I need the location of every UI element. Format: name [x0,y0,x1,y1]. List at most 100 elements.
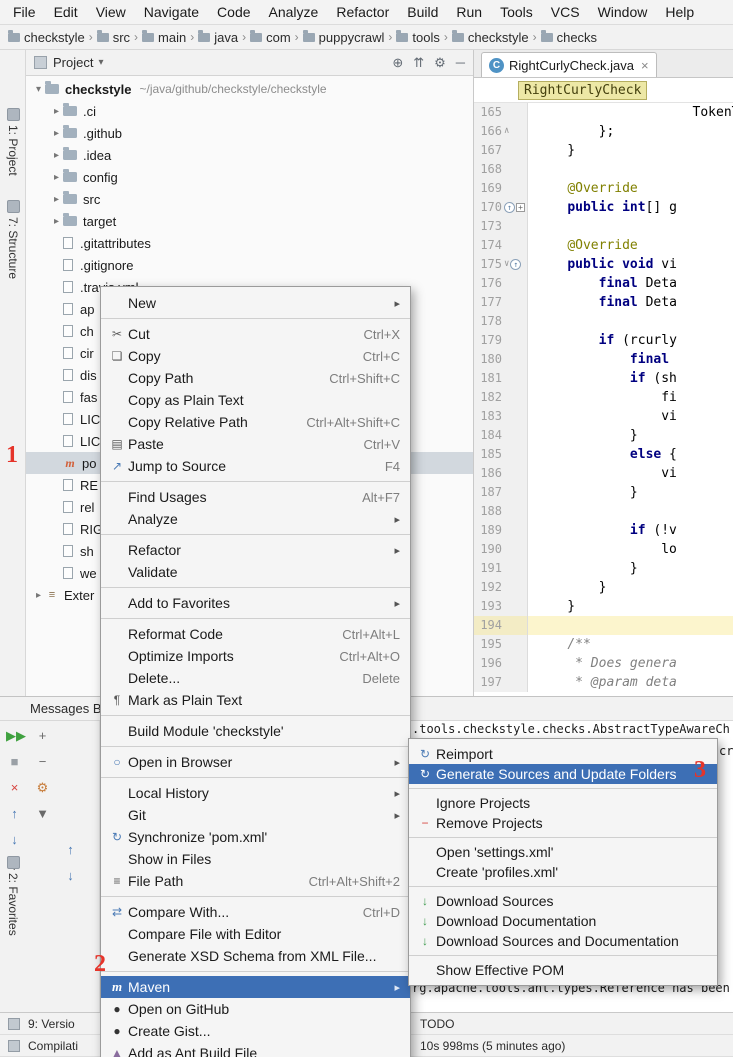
breadcrumb-item-puppycrawl[interactable]: puppycrawl [303,30,385,45]
menu-item-reimport[interactable]: ↻Reimport [409,744,717,764]
breadcrumb-item-src[interactable]: src [97,30,130,45]
menu-item-create-gist[interactable]: ●Create Gist... [101,1020,410,1042]
expand-arrow-icon[interactable]: ▸ [32,590,45,601]
breadcrumb-item-checkstyle[interactable]: checkstyle [8,30,85,45]
version-control-button[interactable]: 9: Versio [28,1017,75,1031]
settings-gear-icon[interactable]: ⚙ [34,779,51,796]
menu-item-copy-as-plain-text[interactable]: Copy as Plain Text [101,389,410,411]
menu-item-compare-file-with-editor[interactable]: Compare File with Editor [101,923,410,945]
stripe-button-project[interactable]: 1: Project [0,108,26,176]
menu-item-file-path[interactable]: ≡File PathCtrl+Alt+Shift+2 [101,870,410,892]
chevron-down-icon[interactable]: ▾ [98,57,103,68]
menubar-item-window[interactable]: Window [589,2,657,22]
menubar-item-navigate[interactable]: Navigate [135,2,208,22]
menu-item-validate[interactable]: Validate [101,561,410,583]
tree-item-ci[interactable]: ▸.ci [26,100,473,122]
next-message-icon[interactable]: ↓ [6,831,23,848]
menu-item-paste[interactable]: ▤PasteCtrl+V [101,433,410,455]
filter-icon[interactable]: ▼ [34,805,51,822]
rerun-icon[interactable]: ▶▶ [6,727,23,744]
menubar-item-refactor[interactable]: Refactor [327,2,398,22]
menu-item-download-sources-and-documentation[interactable]: ↓Download Sources and Documentation [409,931,717,951]
menu-item-open-on-github[interactable]: ●Open on GitHub [101,998,410,1020]
stripe-button-favorites[interactable]: 2: Favorites [1,856,25,936]
menu-item-jump-to-source[interactable]: ↗Jump to SourceF4 [101,455,410,477]
expand-all-icon[interactable]: + [34,727,51,744]
menu-item-remove-projects[interactable]: −Remove Projects [409,813,717,833]
close-tab-icon[interactable]: × [641,58,649,73]
menu-item-optimize-imports[interactable]: Optimize ImportsCtrl+Alt+O [101,645,410,667]
override-method-icon[interactable]: ↑ [504,202,515,213]
menubar-item-vcs[interactable]: VCS [542,2,589,22]
menu-item-analyze[interactable]: Analyze▸ [101,508,410,530]
menubar-item-analyze[interactable]: Analyze [260,2,328,22]
breadcrumb-item-tools[interactable]: tools [396,30,439,45]
menu-item-delete[interactable]: Delete...Delete [101,667,410,689]
close-icon[interactable]: × [6,779,23,796]
menubar-item-view[interactable]: View [87,2,135,22]
override-method-icon[interactable]: ↑ [510,259,521,270]
menubar-item-edit[interactable]: Edit [45,2,87,22]
expand-arrow-icon[interactable]: ▸ [50,128,63,139]
expand-arrow-icon[interactable]: ▸ [50,216,63,227]
tree-item-github[interactable]: ▸.github [26,122,473,144]
settings-gear-icon[interactable]: ⚙ [434,55,446,70]
menu-item-maven[interactable]: mMaven▸ [101,976,410,998]
down-arrow-icon[interactable]: ↓ [62,867,79,884]
menu-item-new[interactable]: New▸ [101,292,410,314]
up-arrow-icon[interactable]: ↑ [62,841,79,858]
tree-item-idea[interactable]: ▸.idea [26,144,473,166]
menu-item-download-documentation[interactable]: ↓Download Documentation [409,911,717,931]
collapse-all-icon[interactable]: ⇈ [413,55,424,70]
collapse-arrow-icon[interactable]: ▾ [32,84,45,95]
menu-item-copy[interactable]: ❏CopyCtrl+C [101,345,410,367]
menu-item-add-as-ant-build-file[interactable]: ▲Add as Ant Build File [101,1042,410,1057]
menu-item-open-settings-xml[interactable]: Open 'settings.xml' [409,842,717,862]
breadcrumb-item-checkstyle[interactable]: checkstyle [452,30,529,45]
menubar-item-code[interactable]: Code [208,2,259,22]
menu-item-add-to-favorites[interactable]: Add to Favorites▸ [101,592,410,614]
tree-item-gitattributes[interactable]: .gitattributes [26,232,473,254]
menu-item-ignore-projects[interactable]: Ignore Projects [409,793,717,813]
menu-item-create-profiles-xml[interactable]: Create 'profiles.xml' [409,862,717,882]
compilation-button[interactable]: Compilati [28,1039,78,1053]
expand-arrow-icon[interactable]: ▸ [50,106,63,117]
compilation-toolwindow-icon[interactable] [8,1040,20,1052]
editor-tab-rightcurlycheck[interactable]: C RightCurlyCheck.java × [481,52,657,77]
previous-message-icon[interactable]: ↑ [6,805,23,822]
menubar-item-tools[interactable]: Tools [491,2,542,22]
menu-item-find-usages[interactable]: Find UsagesAlt+F7 [101,486,410,508]
expand-arrow-icon[interactable]: ▸ [50,194,63,205]
locate-file-icon[interactable]: ⊕ [392,55,403,70]
breadcrumb-item-java[interactable]: java [198,30,238,45]
menu-item-generate-xsd-schema-from-xml-file[interactable]: Generate XSD Schema from XML File... [101,945,410,967]
stripe-button-structure[interactable]: 7: Structure [0,200,26,279]
version-control-toolwindow-icon[interactable] [8,1018,20,1030]
breadcrumb-item-com[interactable]: com [250,30,291,45]
collapse-all-icon[interactable]: − [34,753,51,770]
menubar-item-help[interactable]: Help [656,2,703,22]
expand-arrow-icon[interactable]: ▸ [50,172,63,183]
breadcrumb-item-main[interactable]: main [142,30,186,45]
menubar-item-file[interactable]: File [4,2,45,22]
tree-item-src[interactable]: ▸src [26,188,473,210]
menu-item-synchronize-pom-xml[interactable]: ↻Synchronize 'pom.xml' [101,826,410,848]
tree-item-config[interactable]: ▸config [26,166,473,188]
expand-arrow-icon[interactable]: ▸ [50,150,63,161]
menu-item-refactor[interactable]: Refactor▸ [101,539,410,561]
menu-item-generate-sources-and-update-folders[interactable]: ↻Generate Sources and Update Folders [409,764,717,784]
menu-item-compare-with[interactable]: ⇄Compare With...Ctrl+D [101,901,410,923]
fold-marker-icon[interactable]: ∨ [504,255,509,274]
menu-item-cut[interactable]: ✂CutCtrl+X [101,323,410,345]
menu-item-reformat-code[interactable]: Reformat CodeCtrl+Alt+L [101,623,410,645]
stop-icon[interactable]: ■ [6,753,23,770]
fold-marker-icon[interactable]: ∧ [504,122,509,141]
folded-region-icon[interactable]: + [516,203,525,212]
code-area[interactable]: 165 TokenT166∧ };167 }168169 @Override17… [474,103,733,692]
menu-item-show-in-files[interactable]: Show in Files [101,848,410,870]
menu-item-local-history[interactable]: Local History▸ [101,782,410,804]
menu-item-build-module-checkstyle[interactable]: Build Module 'checkstyle' [101,720,410,742]
menu-item-copy-path[interactable]: Copy PathCtrl+Shift+C [101,367,410,389]
menu-item-git[interactable]: Git▸ [101,804,410,826]
menubar-item-build[interactable]: Build [398,2,447,22]
